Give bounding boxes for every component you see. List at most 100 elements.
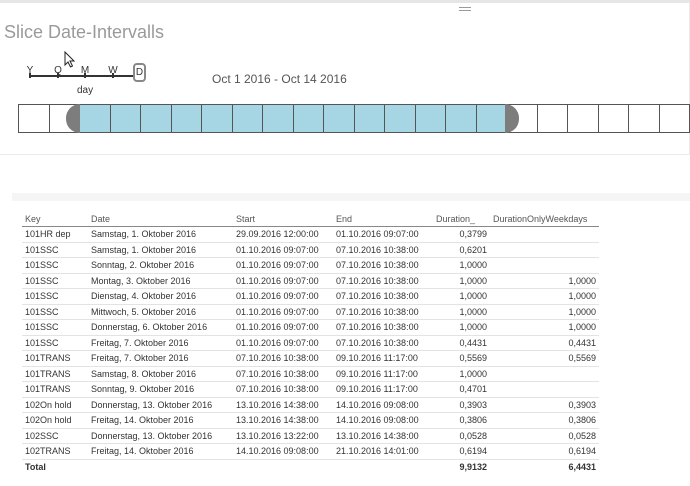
cell-duration-weekdays: 1,0000	[490, 273, 599, 289]
table-row: 101SSC Sonntag, 2. Oktober 2016 01.10.2016…	[22, 257, 599, 274]
granularity-current-label: day	[77, 85, 94, 96]
timeline-cell[interactable]	[140, 104, 172, 133]
cell-duration: 0,6201	[433, 242, 490, 258]
cell-date: Montag, 3. Oktober 2016	[88, 273, 233, 289]
cell-key: 102On hold	[22, 397, 88, 413]
cell-end: 13.10.2016 14:38:00	[333, 428, 433, 444]
table-row: 102SSC Donnerstag, 13. Oktober 2016 13.10.…	[22, 428, 599, 444]
timeline-cell[interactable]	[628, 104, 660, 133]
cell-key: 101SSC	[22, 288, 88, 305]
cell-end: 09.10.2016 11:17:00	[333, 381, 433, 398]
table-row: 102TRANS Freitag, 14. Oktober 2016 14.10.2…	[22, 443, 599, 460]
cell-start: 01.10.2016 09:07:00	[233, 319, 333, 336]
cell-key: 101TRANS	[22, 366, 88, 382]
cell-start: 14.10.2016 09:08:00	[233, 443, 333, 460]
cell-end: 07.10.2016 10:38:00	[333, 319, 433, 336]
cell-key: 101HR dep	[22, 226, 88, 243]
cell-start: 01.10.2016 09:07:00	[233, 257, 333, 274]
cell-start: 13.10.2016 14:38:00	[233, 397, 333, 413]
column-header-start[interactable]: Start	[233, 211, 333, 227]
cell-end: 14.10.2016 09:08:00	[333, 412, 433, 429]
timeline-cell[interactable]	[323, 104, 355, 133]
table-row: 101TRANS Samstag, 8. Oktober 2016 07.10.20…	[22, 366, 599, 382]
total-duration: 9,9132	[433, 458, 490, 474]
timeline-cell[interactable]	[475, 104, 507, 133]
granularity-selected-day[interactable]: D	[133, 63, 146, 82]
cell-duration: 1,0000	[433, 288, 490, 305]
timeline-cell[interactable]	[201, 104, 233, 133]
table-row: 101TRANS Sonntag, 9. Oktober 2016 07.10.20…	[22, 381, 599, 398]
granularity-label-quarter[interactable]: Q	[54, 65, 62, 76]
cell-duration-weekdays: 0,4431	[490, 335, 599, 351]
cell-start: 07.10.2016 10:38:00	[233, 350, 333, 367]
timeline-cell[interactable]	[445, 104, 477, 133]
cell-duration: 1,0000	[433, 319, 490, 336]
cell-date: Freitag, 7. Oktober 2016	[88, 350, 233, 367]
granularity-label-month[interactable]: M	[81, 65, 89, 76]
timeline-cell[interactable]	[292, 104, 324, 133]
timeline-cell[interactable]	[414, 104, 446, 133]
granularity-selector[interactable]: Y Q M W D day	[0, 0, 200, 100]
cell-duration: 0,4701	[433, 381, 490, 398]
timeline-bar[interactable]	[18, 104, 690, 133]
cell-date: Freitag, 14. Oktober 2016	[88, 412, 233, 429]
timeline-cell[interactable]	[231, 104, 263, 133]
timeline-cell[interactable]	[384, 104, 416, 133]
timeline-cell[interactable]	[567, 104, 599, 133]
timeline-cell[interactable]	[79, 104, 111, 133]
cell-end: 07.10.2016 10:38:00	[333, 335, 433, 351]
cell-date: Freitag, 14. Oktober 2016	[88, 443, 233, 460]
table-row: 101SSC Freitag, 7. Oktober 2016 01.10.2016…	[22, 335, 599, 351]
table-header-row: Key Date Start End Duration_ DurationOnl…	[22, 211, 599, 227]
cell-end: 07.10.2016 10:38:00	[333, 273, 433, 289]
cell-end: 07.10.2016 10:38:00	[333, 242, 433, 258]
cell-start: 01.10.2016 09:07:00	[233, 335, 333, 351]
cell-duration-weekdays: 0,3903	[490, 397, 599, 413]
timeline-cell[interactable]	[109, 104, 141, 133]
cell-duration-weekdays	[490, 257, 599, 274]
granularity-label-year[interactable]: Y	[27, 65, 34, 76]
table-row: 101SSC Samstag, 1. Oktober 2016 01.10.2016…	[22, 242, 599, 258]
column-header-duration[interactable]: Duration_	[433, 211, 490, 227]
table-row: 101SSC Montag, 3. Oktober 2016 01.10.2016 …	[22, 273, 599, 289]
cell-start: 07.10.2016 10:38:00	[233, 381, 333, 398]
total-label: Total	[22, 458, 88, 474]
cell-duration: 0,3799	[433, 226, 490, 243]
cell-duration: 0,6194	[433, 443, 490, 460]
cell-key: 101SSC	[22, 335, 88, 351]
column-header-duration-weekdays[interactable]: DurationOnlyWeekdays	[490, 211, 599, 227]
cell-key: 101SSC	[22, 242, 88, 258]
table-row: 101TRANS Freitag, 7. Oktober 2016 07.10.20…	[22, 350, 599, 367]
cell-key: 101SSC	[22, 304, 88, 320]
table-row: 101SSC Donnerstag, 6. Oktober 2016 01.10.2…	[22, 319, 599, 336]
column-header-end[interactable]: End	[333, 211, 433, 227]
cell-duration-weekdays	[490, 242, 599, 258]
cell-end: 07.10.2016 10:38:00	[333, 257, 433, 274]
granularity-label-day: D	[135, 67, 144, 78]
timeline-cell[interactable]	[536, 104, 568, 133]
cell-start: 01.10.2016 09:07:00	[233, 242, 333, 258]
table-row: 101HR dep Samstag, 1. Oktober 2016 29.09.2…	[22, 226, 599, 243]
data-table: Key Date Start End Duration_ DurationOnl…	[22, 211, 599, 474]
column-header-date[interactable]: Date	[88, 211, 233, 227]
timeline-cell[interactable]	[18, 104, 50, 133]
cell-key: 101SSC	[22, 273, 88, 289]
timeline-cell[interactable]	[262, 104, 294, 133]
timeline-cell[interactable]	[597, 104, 629, 133]
cell-start: 13.10.2016 13:22:00	[233, 428, 333, 444]
cell-date: Dienstag, 4. Oktober 2016	[88, 288, 233, 305]
total-empty	[333, 458, 433, 474]
granularity-label-week[interactable]: W	[108, 65, 117, 76]
cell-end: 09.10.2016 11:17:00	[333, 366, 433, 382]
cell-start: 01.10.2016 09:07:00	[233, 304, 333, 320]
cell-duration: 0,0528	[433, 428, 490, 444]
cell-start: 29.09.2016 12:00:00	[233, 226, 333, 243]
timeline-cell[interactable]	[170, 104, 202, 133]
column-header-key[interactable]: Key	[22, 211, 88, 227]
cell-end: 01.10.2016 09:07:00	[333, 226, 433, 243]
timeline-cell[interactable]	[353, 104, 385, 133]
cell-duration-weekdays	[490, 366, 599, 382]
cell-start: 01.10.2016 09:07:00	[233, 273, 333, 289]
cell-start: 01.10.2016 09:07:00	[233, 288, 333, 305]
timeline-cell[interactable]	[658, 104, 690, 133]
